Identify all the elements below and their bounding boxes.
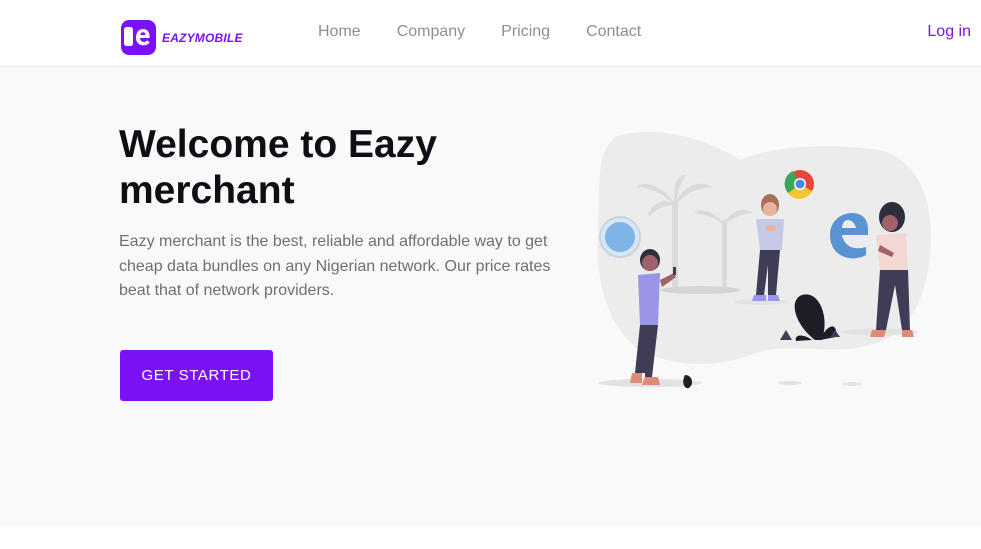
nav-pricing[interactable]: Pricing [501,22,550,42]
site-header: EAZYMOBILE Home Company Pricing Contact … [0,0,981,67]
brand-logo[interactable]: EAZYMOBILE [121,20,243,55]
eazymobile-logo-icon [121,20,156,55]
nav-contact[interactable]: Contact [586,22,641,42]
hero-title: Welcome to Eazy merchant [119,123,437,212]
brand-name: EAZYMOBILE [162,30,243,45]
login-link[interactable]: Log in [927,22,971,42]
hero-illustration [590,125,940,400]
nav-home[interactable]: Home [318,22,361,42]
hero-description: Eazy merchant is the best, reliable and … [119,233,551,299]
main-nav: Home Company Pricing Contact [318,22,677,42]
get-started-button[interactable]: GET STARTED [120,350,273,401]
safari-icon [599,216,641,258]
nav-company[interactable]: Company [397,22,465,42]
